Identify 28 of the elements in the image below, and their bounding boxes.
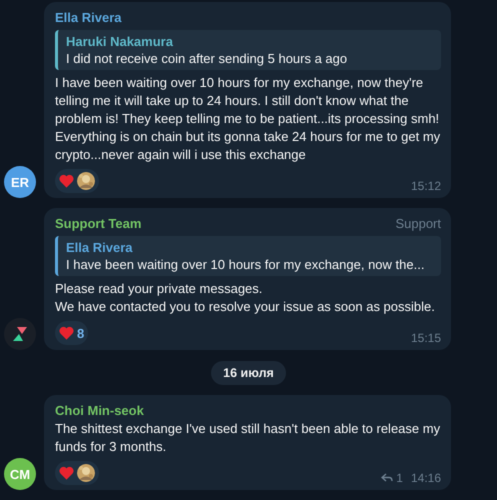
heart-icon: [59, 326, 74, 340]
message-text: I have been waiting over 10 hours for my exchange, now they're telling me it will take up to 24 hours. I still don't know what the problem is! They keep telling me to be patient...its processing smh! Everything is on chain but its gonna take 24 hours for me to get my crypto...never again will i use this exchange: [55, 74, 441, 164]
message-text: The shittest exchange I've used still hasn't been able to release my funds for 3 months.: [55, 420, 441, 456]
reply-quote[interactable]: Ella Rivera I have been waiting over 10 hours for my exchange, now the...: [55, 236, 441, 276]
quoted-sender: Haruki Nakamura: [66, 33, 174, 50]
message-time: 14:16: [410, 471, 441, 485]
sender-name[interactable]: Choi Min-seok: [55, 402, 144, 420]
sender-name[interactable]: Support Team: [55, 215, 142, 233]
message-time: 15:15: [410, 331, 441, 345]
logo-avatar[interactable]: [4, 318, 36, 350]
heart-icon: [59, 174, 74, 188]
reaction-count: 8: [77, 326, 84, 340]
quoted-text: I did not receive coin after sending 5 hours a ago: [66, 50, 348, 67]
reply-icon: [381, 473, 394, 483]
message-text: Please read your private messages. We have contacted you to resolve your issue as soon as possible.: [55, 280, 436, 316]
sender-name[interactable]: Ella Rivera: [55, 9, 122, 27]
reaction-chip[interactable]: [55, 169, 99, 193]
reply-quote[interactable]: Haruki Nakamura I did not receive coin after sending 5 hours a ago: [55, 30, 441, 70]
message-time: 15:12: [410, 179, 441, 193]
quoted-sender: Ella Rivera: [66, 239, 134, 256]
date-badge: 16 июля: [211, 361, 286, 385]
reaction-chip[interactable]: 8: [55, 321, 88, 345]
heart-icon: [59, 466, 74, 480]
triangle-logo-icon: [11, 325, 29, 343]
reaction-chip[interactable]: [55, 461, 99, 485]
quoted-text: I have been waiting over 10 hours for my exchange, now the...: [66, 256, 426, 273]
reply-count[interactable]: 1: [381, 471, 403, 485]
role-label: Support: [395, 215, 441, 233]
